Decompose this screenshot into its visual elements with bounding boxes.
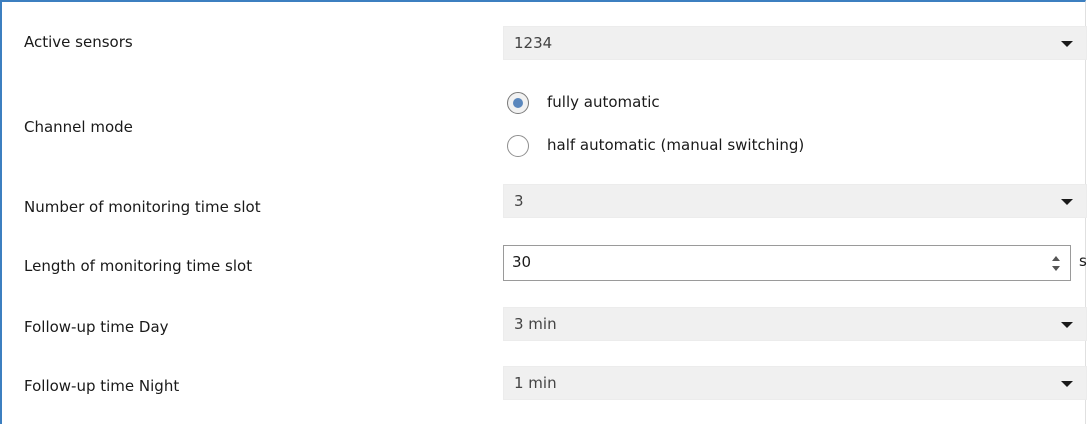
- unit-seconds: s: [1079, 252, 1087, 270]
- chevron-down-icon: [1061, 381, 1073, 387]
- followup-day-value: 3 min: [514, 315, 557, 333]
- spin-up-icon[interactable]: [1052, 256, 1060, 261]
- radio-fully-automatic[interactable]: fully automatic: [507, 91, 907, 117]
- followup-night-select[interactable]: 1 min: [503, 366, 1087, 400]
- followup-day-label: Follow-up time Day: [24, 318, 169, 336]
- active-sensors-value: 1234: [514, 34, 553, 52]
- followup-night-label: Follow-up time Night: [24, 377, 180, 395]
- radio-button-unchecked[interactable]: [507, 135, 529, 157]
- channel-mode-label: Channel mode: [24, 118, 133, 136]
- monitoring-slot-length-spinbox[interactable]: [503, 245, 1071, 281]
- monitoring-slot-length-label: Length of monitoring time slot: [24, 257, 253, 275]
- radio-label-half-automatic: half automatic (manual switching): [547, 136, 805, 154]
- monitoring-slot-count-value: 3: [514, 192, 524, 210]
- settings-panel: Active sensors 1234 Channel mode fully a…: [0, 0, 1087, 424]
- monitoring-slot-count-select[interactable]: 3: [503, 184, 1087, 218]
- followup-day-select[interactable]: 3 min: [503, 307, 1087, 341]
- spin-down-icon[interactable]: [1052, 266, 1060, 271]
- radio-dot-icon: [513, 98, 523, 108]
- monitoring-slot-length-input[interactable]: [512, 253, 1012, 271]
- followup-night-value: 1 min: [514, 374, 557, 392]
- radio-button-checked[interactable]: [507, 92, 529, 114]
- radio-half-automatic[interactable]: half automatic (manual switching): [507, 134, 927, 160]
- active-sensors-select[interactable]: 1234: [503, 26, 1087, 60]
- radio-label-fully-automatic: fully automatic: [547, 93, 660, 111]
- chevron-down-icon: [1061, 322, 1073, 328]
- chevron-down-icon: [1061, 199, 1073, 205]
- active-sensors-label: Active sensors: [24, 33, 133, 51]
- chevron-down-icon: [1061, 41, 1073, 47]
- monitoring-slot-count-label: Number of monitoring time slot: [24, 198, 261, 216]
